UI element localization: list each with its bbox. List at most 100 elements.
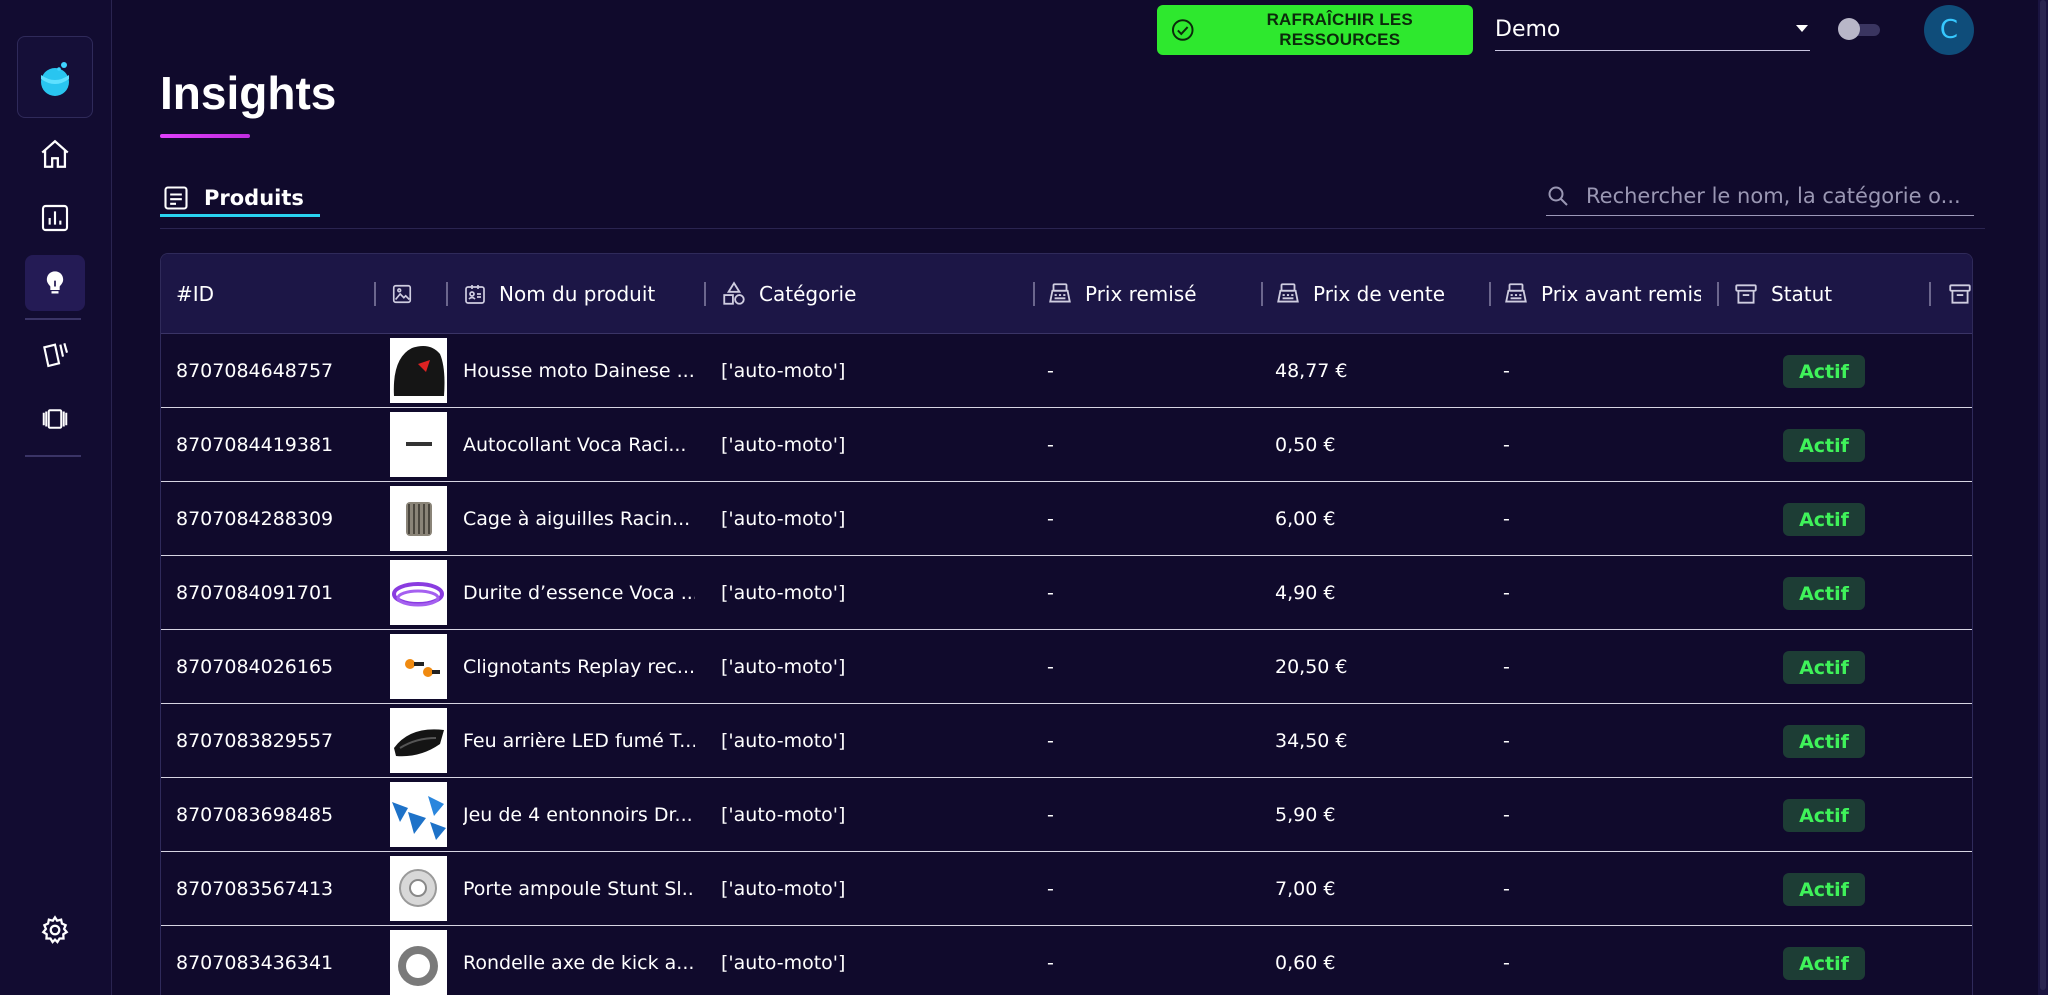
column-header-price-before-discount[interactable]: Prix avant remise <box>1503 254 1703 334</box>
column-resize-handle[interactable] <box>1261 282 1263 306</box>
cell-product-name: Jeu de 4 entonnoirs Dr... <box>463 804 693 826</box>
cell-product-name: Autocollant Voca Raci... <box>463 434 687 456</box>
table-row[interactable]: 8707083698485 Jeu de 4 entonnoirs Dr... … <box>161 778 1972 852</box>
product-thumbnail <box>390 634 447 699</box>
cell-product-name: Rondelle axe de kick a... <box>463 952 695 974</box>
table-row[interactable]: 8707084091701 Durite d’essence Voca ... … <box>161 556 1972 630</box>
status-badge: Actif <box>1783 503 1865 536</box>
table-row[interactable]: 8707083829557 Feu arrière LED fumé T... … <box>161 704 1972 778</box>
column-header-image[interactable] <box>391 254 446 334</box>
archive-icon <box>1735 284 1757 304</box>
column-header-label: Prix avant remise <box>1541 282 1701 306</box>
table-row[interactable]: 8707084419381 Autocollant Voca Raci... [… <box>161 408 1972 482</box>
status-badge: Actif <box>1783 947 1865 980</box>
column-resize-handle[interactable] <box>446 282 448 306</box>
tabs-divider <box>160 228 1985 229</box>
check-circle-icon <box>1171 19 1194 41</box>
product-image <box>390 338 447 403</box>
bar-chart-icon <box>41 204 69 232</box>
product-image <box>390 634 447 699</box>
product-image <box>390 708 447 773</box>
table-row[interactable]: 8707084026165 Clignotants Replay rec... … <box>161 630 1972 704</box>
product-image <box>390 856 447 921</box>
sidebar-item-analytics[interactable] <box>25 190 85 246</box>
cell-id: 8707084288309 <box>176 508 334 530</box>
column-header-label: #ID <box>176 282 215 306</box>
cell-product-name: Durite d’essence Voca ... <box>463 582 695 604</box>
cell-category: ['auto-moto'] <box>721 730 846 752</box>
shapes-icon <box>723 281 745 305</box>
column-header-label: Statut <box>1771 282 1833 306</box>
sidebar-item-cards[interactable] <box>25 326 85 382</box>
product-image <box>390 782 447 847</box>
product-thumbnail <box>390 338 447 403</box>
id-badge-icon <box>465 285 485 304</box>
column-resize-handle[interactable] <box>1929 282 1931 306</box>
scrollbar-thumb[interactable] <box>2040 0 2046 990</box>
cell-product-name: Porte ampoule Stunt Sl... <box>463 878 695 900</box>
table-row[interactable]: 8707083567413 Porte ampoule Stunt Sl... … <box>161 852 1972 926</box>
cell-id: 8707083698485 <box>176 804 334 826</box>
organization-select-value: Demo <box>1495 16 1561 42</box>
column-header-discounted-price[interactable]: Prix remisé <box>1047 254 1247 334</box>
refresh-resources-label: RAFRAÎCHIR LES RESSOURCES <box>1266 10 1413 49</box>
column-resize-handle[interactable] <box>374 282 376 306</box>
cell-category: ['auto-moto'] <box>721 508 846 530</box>
product-image <box>390 412 447 477</box>
cell-price-before-discount: - <box>1503 656 1510 678</box>
cell-id: 8707084026165 <box>176 656 334 678</box>
column-header-category[interactable]: Catégorie <box>721 254 1031 334</box>
column-header-status[interactable]: Statut <box>1733 254 1933 334</box>
table-header: #ID Nom du produit Catégorie Prix remisé… <box>161 254 1972 334</box>
sidebar <box>0 0 112 995</box>
cell-discounted-price: - <box>1047 582 1054 604</box>
column-header-id[interactable]: #ID <box>176 254 406 334</box>
carousel-icon <box>42 409 68 429</box>
cell-price-before-discount: - <box>1503 878 1510 900</box>
cell-price-before-discount: - <box>1503 360 1510 382</box>
search-box[interactable] <box>1546 176 1974 216</box>
sidebar-divider <box>25 318 81 320</box>
sidebar-item-insights[interactable] <box>25 255 85 311</box>
lightbulb-icon <box>46 271 64 294</box>
column-resize-handle[interactable] <box>1717 282 1719 306</box>
cell-id: 8707084091701 <box>176 582 334 604</box>
organization-select[interactable]: Demo <box>1495 8 1810 51</box>
sidebar-item-settings[interactable] <box>25 902 85 958</box>
archive-icon <box>1949 284 1971 304</box>
cell-id: 8707083567413 <box>176 878 334 900</box>
product-thumbnail <box>390 856 447 921</box>
app-logo[interactable] <box>17 36 93 118</box>
column-header-name[interactable]: Nom du produit <box>463 254 708 334</box>
cell-discounted-price: - <box>1047 656 1054 678</box>
cell-category: ['auto-moto'] <box>721 878 846 900</box>
table-row[interactable]: 8707083436341 Rondelle axe de kick a... … <box>161 926 1972 995</box>
column-resize-handle[interactable] <box>1033 282 1035 306</box>
cell-price-before-discount: - <box>1503 508 1510 530</box>
tab-produits[interactable]: Produits <box>160 178 320 218</box>
status-badge: Actif <box>1783 429 1865 462</box>
toggle-knob <box>1838 18 1860 40</box>
user-avatar[interactable]: C <box>1924 5 1974 55</box>
refresh-resources-button[interactable]: RAFRAÎCHIR LES RESSOURCES <box>1157 5 1473 55</box>
column-header-sale-price[interactable]: Prix de vente <box>1275 254 1485 334</box>
table-row[interactable]: 8707084288309 Cage à aiguilles Racin... … <box>161 482 1972 556</box>
column-resize-handle[interactable] <box>1489 282 1491 306</box>
status-badge: Actif <box>1783 577 1865 610</box>
page-title: Insights <box>160 67 337 119</box>
sidebar-item-home[interactable] <box>25 126 85 182</box>
cell-id: 8707083829557 <box>176 730 334 752</box>
theme-toggle[interactable] <box>1838 18 1880 40</box>
cash-register-icon <box>1505 283 1527 303</box>
product-thumbnail <box>390 708 447 773</box>
page-scrollbar[interactable] <box>2038 0 2048 995</box>
status-badge: Actif <box>1783 651 1865 684</box>
column-resize-handle[interactable] <box>704 282 706 306</box>
cell-category: ['auto-moto'] <box>721 582 846 604</box>
table-row[interactable]: 8707084648757 Housse moto Dainese ... ['… <box>161 334 1972 408</box>
column-header-more[interactable] <box>1947 254 1972 334</box>
sidebar-item-carousel[interactable] <box>25 391 85 447</box>
cell-price-before-discount: - <box>1503 952 1510 974</box>
gear-icon <box>41 915 69 944</box>
search-input[interactable] <box>1586 183 1966 208</box>
